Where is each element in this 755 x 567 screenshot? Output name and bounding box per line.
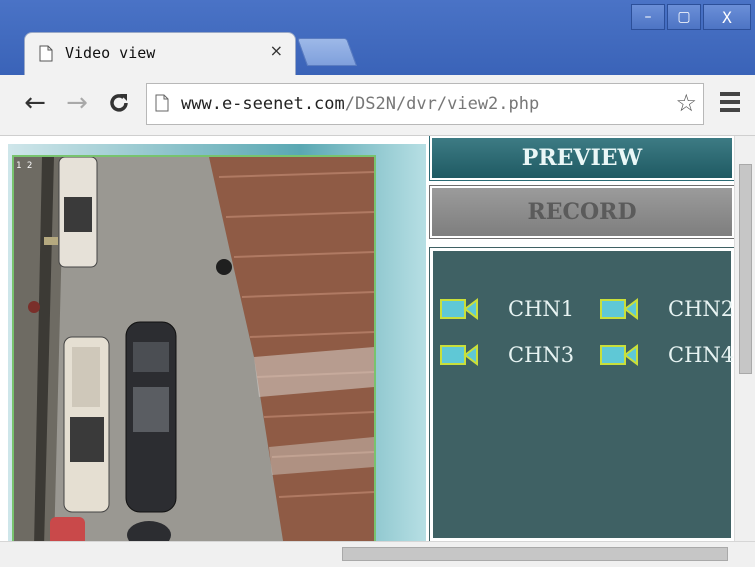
new-tab-button[interactable] — [296, 38, 358, 66]
camera-overlay-text: 1 2 — [16, 161, 33, 171]
title-bar: – ▢ X Video view × — [0, 0, 755, 75]
camera-video-feed[interactable]: 1 2 — [12, 155, 376, 541]
reload-button[interactable] — [104, 87, 134, 119]
channel-chn2[interactable]: CHN2 — [600, 297, 734, 321]
url-text[interactable]: www.e-seenet.com/DS2N/dvr/view2.php — [181, 94, 539, 114]
menu-icon[interactable] — [720, 92, 740, 116]
channel-label: CHN4 — [668, 343, 735, 367]
control-panel: PREVIEW RECORD CHN1 CHN2 CHN3 CHN4 — [429, 136, 735, 541]
page-icon — [39, 45, 53, 62]
channel-label: CHN3 — [508, 343, 575, 367]
maximize-button[interactable]: ▢ — [667, 4, 701, 30]
video-camera-icon — [440, 343, 478, 367]
preview-button[interactable]: PREVIEW — [429, 136, 735, 181]
record-button[interactable]: RECORD — [429, 185, 735, 239]
window-controls: – ▢ X — [631, 4, 751, 30]
browser-window: – ▢ X Video view × ← → www.e-seenet.com/… — [0, 0, 755, 567]
channel-chn3[interactable]: CHN3 — [440, 343, 574, 367]
vertical-scroll-thumb[interactable] — [739, 164, 752, 374]
channel-label: CHN2 — [668, 297, 735, 321]
horizontal-scrollbar[interactable] — [0, 541, 755, 567]
forward-button[interactable]: → — [62, 87, 92, 119]
channel-chn4[interactable]: CHN4 — [600, 343, 734, 367]
close-tab-icon[interactable]: × — [270, 41, 283, 60]
channel-label: CHN1 — [508, 297, 575, 321]
minimize-button[interactable]: – — [631, 4, 665, 30]
page-content: 1 2 PREVIEW RECORD CHN1 CHN2 CHN3 CHN4 — [0, 136, 755, 541]
video-camera-icon — [600, 297, 638, 321]
tab-video-view[interactable]: Video view × — [24, 32, 296, 75]
vertical-scrollbar[interactable] — [734, 136, 755, 541]
back-button[interactable]: ← — [20, 87, 50, 119]
url-host: www.e-seenet.com — [181, 94, 345, 114]
video-frame: 1 2 — [8, 144, 426, 541]
horizontal-scroll-thumb[interactable] — [342, 547, 728, 561]
close-window-button[interactable]: X — [703, 4, 751, 30]
address-bar[interactable]: www.e-seenet.com/DS2N/dvr/view2.php ☆ — [146, 83, 704, 125]
video-camera-icon — [440, 297, 478, 321]
reload-icon — [110, 94, 128, 112]
url-path: /DS2N/dvr/view2.php — [344, 94, 540, 114]
browser-toolbar: ← → www.e-seenet.com/DS2N/dvr/view2.php … — [0, 75, 755, 136]
tab-title: Video view — [65, 44, 156, 62]
video-camera-icon — [600, 343, 638, 367]
camera-scene — [14, 157, 374, 541]
page-icon — [155, 94, 169, 112]
channel-chn1[interactable]: CHN1 — [440, 297, 574, 321]
channel-panel: CHN1 CHN2 CHN3 CHN4 — [429, 247, 735, 541]
bookmark-star-icon[interactable]: ☆ — [675, 89, 697, 117]
